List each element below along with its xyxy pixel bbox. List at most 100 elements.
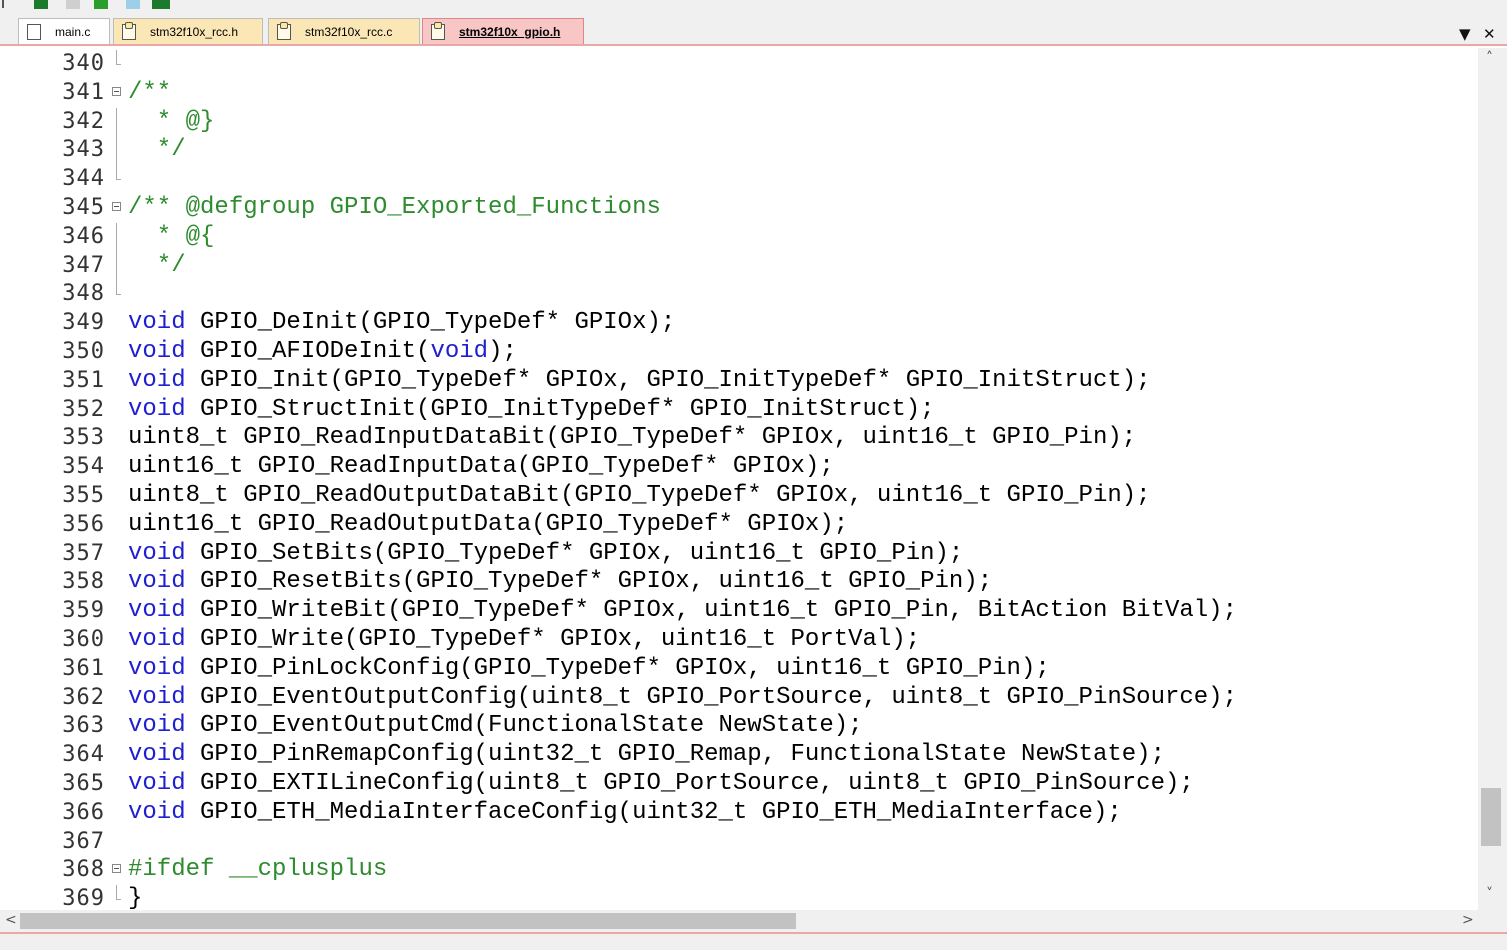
code-line[interactable]: 359 void GPIO_WriteBit(GPIO_TypeDef* GPIO… [0,597,1478,626]
code-line[interactable]: 368 #ifdef __cplusplus [0,856,1478,885]
toolbar-icon-1[interactable] [2,0,10,8]
code-line[interactable]: 345 /** @defgroup GPIO_Exported_Functions [0,194,1478,223]
code-token: * @} [128,107,215,135]
fold-guide [110,251,124,281]
keyword-token: void [430,338,489,365]
fold-guide [110,309,124,338]
code-line[interactable]: 357 void GPIO_SetBits(GPIO_TypeDef* GPIOx… [0,540,1478,569]
toolbar-icon-4[interactable] [94,0,108,9]
fold-guide [110,626,124,655]
fold-toggle-icon[interactable] [110,856,124,885]
tab-stm32f10x-rcc-c[interactable]: stm32f10x_rcc.c [268,18,420,44]
code-token: GPIO_EXTILineConfig(uint8_t GPIO_PortSou… [185,770,1194,797]
line-number: 340 [62,51,105,76]
code-text: uint16_t GPIO_ReadInputData(GPIO_TypeDef… [128,453,834,482]
code-line[interactable]: 351 void GPIO_Init(GPIO_TypeDef* GPIOx, G… [0,367,1478,396]
line-number: 341 [62,79,105,105]
code-line[interactable]: 349 void GPIO_DeInit(GPIO_TypeDef* GPIOx)… [0,309,1478,338]
tab-stm32f10x-gpio-h[interactable]: stm32f10x_gpio.h [422,18,584,44]
code-line[interactable]: 363 void GPIO_EventOutputCmd(FunctionalSt… [0,712,1478,741]
code-line[interactable]: 366 void GPIO_ETH_MediaInterfaceConfig(ui… [0,799,1478,828]
fold-guide [110,540,124,569]
code-line[interactable]: 360 void GPIO_Write(GPIO_TypeDef* GPIOx, … [0,626,1478,655]
code-token: GPIO_Init(GPIO_TypeDef* GPIOx, GPIO_Init… [185,366,1151,394]
fold-guide [110,367,124,396]
code-line[interactable]: 341 /** [0,79,1478,108]
keyword-token: void [128,338,186,365]
toolbar-icon-5[interactable] [126,0,140,9]
toolbar-strip [0,0,1507,12]
line-number: 346 [62,223,105,249]
fold-guide [110,222,124,252]
scroll-up-icon[interactable]: ˄ [1486,50,1493,66]
code-token: ); [488,338,517,365]
tab-stm32f10x-rcc-h[interactable]: stm32f10x_rcc.h [113,18,263,44]
tab-dropdown-icon[interactable]: ▼ [1459,26,1471,42]
code-text: */ [128,136,186,165]
code-line[interactable]: 358 void GPIO_ResetBits(GPIO_TypeDef* GPI… [0,568,1478,597]
fold-guide [110,655,124,684]
line-number: 348 [62,281,105,307]
code-text: /** [128,79,171,108]
horizontal-scroll-thumb[interactable] [20,913,796,929]
code-text: #ifdef __cplusplus [128,856,387,885]
fold-toggle-icon[interactable] [110,194,124,223]
toolbar-icon-3[interactable] [66,0,80,9]
code-token: GPIO_PinRemapConfig(uint32_t GPIO_Remap,… [185,741,1165,769]
code-line[interactable]: 365 void GPIO_EXTILineConfig(uint8_t GPIO… [0,770,1478,799]
fold-guide [110,338,124,367]
code-text: void GPIO_EventOutputConfig(uint8_t GPIO… [128,684,1237,713]
line-number: 367 [62,828,105,854]
fold-guide [110,424,124,453]
code-token: GPIO_StructInit(GPIO_InitTypeDef* GPIO_I… [185,395,935,423]
fold-guide [110,107,124,137]
code-line[interactable]: 354 uint16_t GPIO_ReadInputData(GPIO_Type… [0,453,1478,482]
code-line[interactable]: 350 void GPIO_AFIODeInit(void); [0,338,1478,367]
line-number: 358 [62,569,105,595]
code-token: GPIO_EventOutputCmd(FunctionalState NewS… [185,712,863,740]
vertical-scrollbar[interactable]: ˄ ˅ [1478,48,1507,910]
code-line[interactable]: 355 uint8_t GPIO_ReadOutputDataBit(GPIO_T… [0,482,1478,511]
scroll-down-icon[interactable]: ˅ [1486,886,1493,902]
code-line[interactable]: 364 void GPIO_PinRemapConfig(uint32_t GPI… [0,741,1478,770]
code-token: uint8_t GPIO_ReadInputDataBit(GPIO_TypeD… [128,424,1137,452]
scroll-left-icon[interactable]: < [5,912,17,928]
code-line[interactable]: 348 [0,280,1478,309]
vertical-scroll-thumb[interactable] [1481,788,1501,846]
code-text: void GPIO_ResetBits(GPIO_TypeDef* GPIOx,… [128,568,992,597]
code-text: */ [128,252,186,281]
code-line[interactable]: 344 [0,165,1478,194]
code-line[interactable]: 343 */ [0,136,1478,166]
toolbar-icon-6[interactable] [152,0,170,9]
code-token: uint8_t GPIO_ReadOutputDataBit(GPIO_Type… [128,482,1151,509]
code-line[interactable]: 356 uint16_t GPIO_ReadOutputData(GPIO_Typ… [0,511,1478,540]
horizontal-scrollbar[interactable]: < > [0,910,1478,932]
scroll-right-icon[interactable]: > [1462,912,1474,928]
code-editor[interactable]: 340 341/** 342 * @} 343 */344 345/** @defgro… [0,48,1507,912]
fold-guide [110,712,124,741]
code-line[interactable]: 340 [0,50,1478,79]
code-line[interactable]: 353 uint8_t GPIO_ReadInputDataBit(GPIO_Ty… [0,424,1478,453]
code-text: * @} [128,107,215,137]
fold-guide [110,50,124,79]
code-line[interactable]: 367 [0,828,1478,857]
close-icon[interactable]: ✕ [1483,26,1496,42]
line-number: 342 [62,108,105,134]
fold-guide [110,597,124,626]
tab-label: stm32f10x_gpio.h [459,24,561,39]
line-number: 365 [62,771,105,796]
scrollbar-corner [1478,910,1507,932]
code-line[interactable]: 346 * @{ [0,222,1478,252]
fold-guide [110,482,124,511]
code-token: /** @defgroup GPIO_Exported_Functions [128,194,661,221]
line-number: 362 [62,684,105,710]
code-line[interactable]: 361 void GPIO_PinLockConfig(GPIO_TypeDef*… [0,655,1478,684]
fold-toggle-icon[interactable] [110,79,124,108]
tab-main-c[interactable]: main.c [18,18,110,44]
line-number: 349 [62,310,105,336]
code-line[interactable]: 362 void GPIO_EventOutputConfig(uint8_t G… [0,684,1478,713]
toolbar-icon-2[interactable] [34,0,48,9]
code-line[interactable]: 352 void GPIO_StructInit(GPIO_InitTypeDef… [0,396,1478,425]
code-line[interactable]: 347 */ [0,251,1478,281]
code-line[interactable]: 342 * @} [0,107,1478,137]
